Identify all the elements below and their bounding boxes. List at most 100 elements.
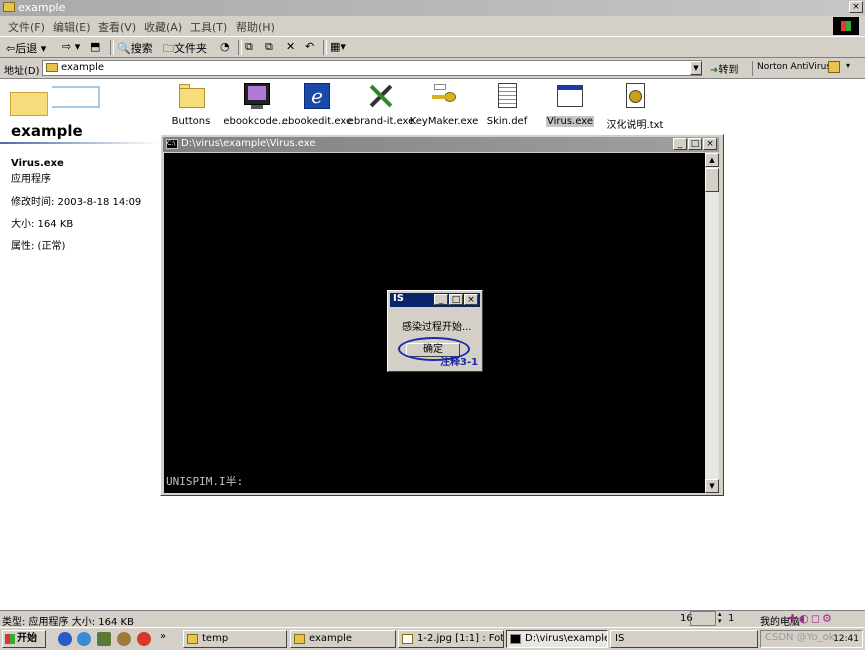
folder-icon bbox=[294, 634, 305, 644]
window-title: example bbox=[18, 1, 66, 14]
ebook-e-icon: e bbox=[303, 82, 331, 110]
folder-icon bbox=[3, 2, 15, 12]
address-input[interactable]: example bbox=[42, 60, 702, 76]
menu-favorites[interactable]: 收藏(A) bbox=[144, 19, 182, 35]
start-button[interactable]: 开始 bbox=[2, 630, 46, 648]
console-title: D:\virus\example\Virus.exe bbox=[181, 138, 316, 149]
undo-button[interactable]: ↶ bbox=[305, 40, 314, 53]
window-title-bar[interactable]: example × bbox=[0, 0, 865, 16]
task-temp[interactable]: temp bbox=[183, 630, 287, 648]
file-label: Skin.def bbox=[486, 116, 528, 127]
menu-file[interactable]: 文件(F) bbox=[8, 19, 45, 35]
file-item-hanhua-txt[interactable]: 汉化说明.txt bbox=[596, 82, 674, 131]
search-icon: 🔍 bbox=[117, 42, 131, 55]
copy-to-button[interactable]: ⧉ bbox=[265, 40, 273, 54]
monitor-app-icon bbox=[243, 82, 271, 110]
console-icon bbox=[510, 634, 521, 644]
history-icon: ◔ bbox=[220, 40, 230, 53]
dialog-title-bar[interactable]: IS _ □ × bbox=[390, 293, 480, 307]
dialog-close-button[interactable]: × bbox=[464, 294, 478, 305]
folder-icon bbox=[187, 634, 198, 644]
console-title-bar[interactable]: C:\ D:\virus\example\Virus.exe _ □ × bbox=[163, 137, 719, 152]
norton-antivirus-button[interactable]: Norton AntiVirus bbox=[757, 62, 831, 72]
dialog-title: IS bbox=[393, 293, 404, 304]
delete-button[interactable]: ✕ bbox=[286, 40, 295, 53]
scroll-thumb[interactable] bbox=[705, 168, 719, 192]
folders-icon: 🗀 bbox=[163, 42, 174, 55]
task-image-viewer[interactable]: 1-2.jpg [1:1] : Fot... bbox=[398, 630, 504, 648]
key-icon bbox=[430, 82, 458, 110]
toolbar-separator bbox=[110, 40, 114, 55]
title-underline bbox=[0, 142, 160, 144]
menu-tools[interactable]: 工具(T) bbox=[190, 19, 227, 35]
scroll-up-button[interactable]: ▲ bbox=[705, 153, 719, 167]
undo-icon: ↶ bbox=[305, 40, 315, 53]
views-grid-icon: ▦ bbox=[330, 40, 341, 53]
annotation-label: 注释3-1 bbox=[440, 357, 479, 368]
status-ime-icon[interactable] bbox=[690, 611, 716, 626]
console-prompt: UNISPIM.I半: bbox=[166, 475, 244, 488]
move-to-button[interactable]: ⧉ bbox=[245, 40, 253, 54]
folder-banner-icon bbox=[4, 84, 100, 118]
back-button[interactable]: ⇦后退 ▾ bbox=[6, 40, 46, 56]
task-console[interactable]: D:\virus\example\... bbox=[506, 630, 608, 648]
toolbar: ⇦后退 ▾ ⇨ ▾ ⬒ 🔍搜索 🗀文件夹 ◔ ⧉ ⧉ ✕ ↶ ▦▾ bbox=[0, 36, 865, 58]
up-folder-icon: ⬒ bbox=[90, 40, 101, 53]
history-button[interactable]: ◔ bbox=[220, 40, 230, 53]
dialog-minimize-button[interactable]: _ bbox=[434, 294, 448, 305]
watermark: CSDN @Yo_ok bbox=[765, 632, 835, 643]
status-text: 类型: 应用程序 大小: 164 KB bbox=[2, 617, 134, 628]
address-dropdown-button[interactable]: ▼ bbox=[690, 61, 702, 75]
console-scrollbar[interactable]: ▲ ▼ bbox=[705, 153, 719, 493]
console-minimize-button[interactable]: _ bbox=[673, 138, 687, 150]
move-to-icon: ⧉ bbox=[245, 40, 253, 53]
desktop-quicklaunch-icon[interactable] bbox=[97, 632, 111, 646]
selected-file-type: 应用程序 bbox=[11, 174, 51, 185]
text-file-icon bbox=[621, 82, 649, 110]
scroll-down-button[interactable]: ▼ bbox=[705, 479, 719, 493]
system-tray: CSDN @Yo_ok 12:41 bbox=[760, 630, 863, 648]
back-arrow-icon: ⇦ bbox=[6, 42, 16, 55]
task-example[interactable]: example bbox=[290, 630, 396, 648]
address-bar: 地址(D) example ▼ ➜转到 Norton AntiVirus ▾ bbox=[0, 58, 865, 79]
forward-button[interactable]: ⇨ ▾ bbox=[62, 40, 80, 53]
menu-help[interactable]: 帮助(H) bbox=[236, 19, 275, 35]
file-label: Buttons bbox=[171, 116, 211, 127]
menu-view[interactable]: 查看(V) bbox=[98, 19, 136, 35]
app-quicklaunch-icon[interactable] bbox=[117, 632, 131, 646]
message-dialog[interactable]: IS _ □ × 感染过程开始... 确定 注释3-1 bbox=[387, 290, 483, 372]
app2-quicklaunch-icon[interactable] bbox=[137, 632, 151, 646]
search-button[interactable]: 🔍搜索 bbox=[117, 40, 153, 56]
console-close-button[interactable]: × bbox=[703, 138, 717, 150]
go-button[interactable]: ➜转到 bbox=[710, 61, 738, 76]
selected-file-modified: 修改时间: 2003-8-18 14:09 bbox=[11, 197, 142, 208]
ime-toolbar-icons[interactable]: ✚◐◻⚙ bbox=[788, 612, 834, 625]
console-maximize-button[interactable]: □ bbox=[688, 138, 702, 150]
folder-icon bbox=[46, 63, 58, 72]
menu-bar: 文件(F) 编辑(E) 查看(V) 收藏(A) 工具(T) 帮助(H) bbox=[0, 16, 865, 36]
console-icon: C:\ bbox=[166, 139, 178, 149]
views-button[interactable]: ▦▾ bbox=[330, 40, 346, 53]
menu-edit[interactable]: 编辑(E) bbox=[53, 19, 91, 35]
file-label-selected: Virus.exe bbox=[546, 116, 594, 127]
folder-icon bbox=[177, 82, 205, 110]
dialog-maximize-button[interactable]: □ bbox=[449, 294, 463, 305]
close-button[interactable]: × bbox=[849, 1, 863, 13]
norton-icon[interactable] bbox=[828, 61, 840, 73]
quicklaunch-more-icon[interactable]: » bbox=[160, 631, 166, 642]
windows-logo-icon bbox=[833, 17, 859, 35]
up-folder-button[interactable]: ⬒ bbox=[90, 40, 100, 53]
copy-to-icon: ⧉ bbox=[265, 40, 273, 53]
taskbar: 开始 » temp example 1-2.jpg [1:1] : Fot...… bbox=[0, 627, 865, 650]
folders-button[interactable]: 🗀文件夹 bbox=[163, 40, 207, 59]
image-icon bbox=[402, 634, 413, 644]
delete-x-icon: ✕ bbox=[286, 40, 296, 53]
status-spinner-icon[interactable]: ▴ ▾ bbox=[718, 611, 722, 625]
outlook-quicklaunch-icon[interactable] bbox=[77, 632, 91, 646]
ie-quicklaunch-icon[interactable] bbox=[58, 632, 72, 646]
clock[interactable]: 12:41 bbox=[833, 634, 859, 644]
file-label: 汉化说明.txt bbox=[606, 120, 664, 131]
norton-dropdown-icon[interactable]: ▾ bbox=[846, 61, 850, 70]
task-is-dialog[interactable]: IS bbox=[610, 630, 758, 648]
dialog-message: 感染过程开始... bbox=[402, 322, 472, 333]
